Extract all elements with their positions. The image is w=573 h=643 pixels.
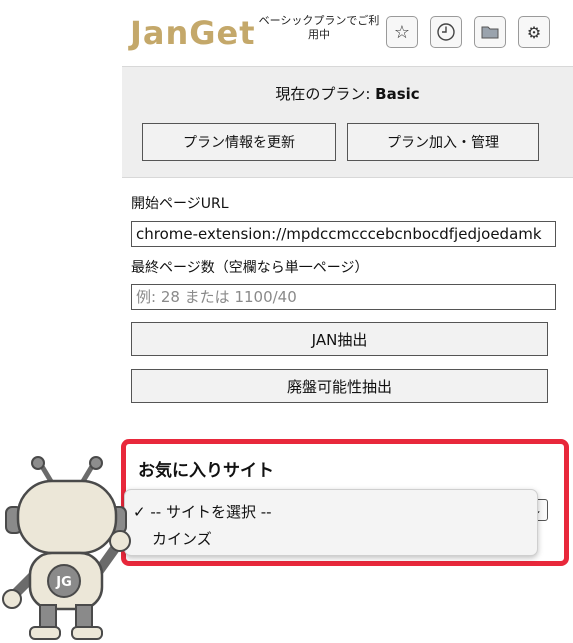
header: JanGet ベーシックプランでご利用中 ☆ ⚙ — [122, 0, 573, 66]
clock-icon — [437, 23, 455, 41]
folder-icon — [481, 26, 499, 39]
settings-button[interactable]: ⚙ — [518, 16, 550, 48]
jan-extract-button[interactable]: JAN抽出 — [131, 322, 548, 356]
favorites-title: お気に入りサイト — [138, 461, 274, 481]
site-option-label: -- サイトを選択 -- — [150, 503, 272, 521]
refresh-plan-button[interactable]: プラン情報を更新 — [142, 123, 336, 161]
site-option-label: カインズ — [152, 530, 212, 548]
plan-panel: 現在のプラン: Basic プラン情報を更新 プラン加入・管理 — [122, 66, 573, 178]
folder-button[interactable] — [474, 16, 506, 48]
plan-status-note: ベーシックプランでご利用中 — [258, 14, 380, 41]
site-option-default[interactable]: ✓ -- サイトを選択 -- — [133, 501, 272, 522]
site-dropdown-menu: ✓ -- サイトを選択 -- カインズ — [124, 489, 538, 556]
discontinued-extract-button[interactable]: 廃盤可能性抽出 — [131, 369, 548, 403]
history-button[interactable] — [430, 16, 462, 48]
start-url-input[interactable] — [131, 221, 556, 247]
favorite-button[interactable]: ☆ — [386, 16, 418, 48]
last-page-label: 最終ページ数（空欄なら単一ページ） — [131, 260, 369, 276]
current-plan-label: 現在のプラン: — [275, 85, 376, 103]
site-option-cainz[interactable]: カインズ — [152, 528, 212, 549]
start-url-label: 開始ページURL — [131, 196, 229, 212]
gear-icon: ⚙ — [526, 22, 542, 42]
current-plan: 現在のプラン: Basic — [122, 83, 573, 104]
star-icon: ☆ — [393, 21, 411, 43]
app-logo: JanGet — [130, 14, 256, 52]
current-plan-name: Basic — [375, 85, 420, 103]
robot-mascot-image: JG — [2, 456, 131, 640]
manage-plan-button[interactable]: プラン加入・管理 — [347, 123, 539, 161]
mascot-badge-text: JG — [55, 575, 72, 590]
last-page-input[interactable] — [131, 284, 556, 310]
